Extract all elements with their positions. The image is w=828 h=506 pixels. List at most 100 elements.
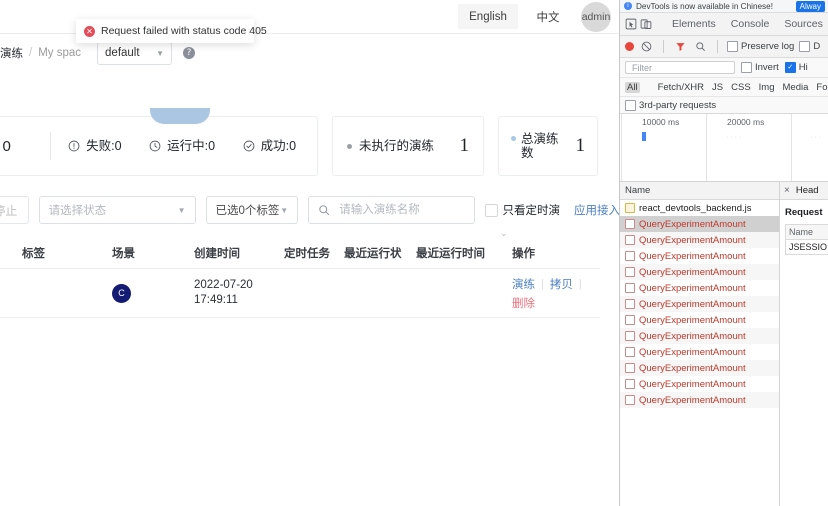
warning-circle-icon xyxy=(68,140,80,152)
network-filter-input[interactable] xyxy=(630,61,730,74)
request-row[interactable]: QueryExperimentAmount xyxy=(620,360,779,376)
devtools-banner-always-button[interactable]: Alway xyxy=(795,0,825,12)
devtools-panel: i DevTools is now available in Chinese! … xyxy=(619,0,828,506)
stat-cut-total-value: 0 xyxy=(2,137,11,155)
stat-success: 成功:0 xyxy=(226,139,313,153)
clear-no-entry-icon[interactable] xyxy=(639,40,654,54)
device-toolbar-icon[interactable] xyxy=(640,17,652,31)
tags-select[interactable]: 已选0个标签 ▼ xyxy=(205,196,299,224)
avatar[interactable]: admin xyxy=(581,1,611,32)
language-english-button[interactable]: English xyxy=(458,4,518,29)
request-list-header[interactable]: Name xyxy=(620,182,779,200)
request-row[interactable]: QueryExperimentAmount xyxy=(620,216,779,232)
check-circle-icon xyxy=(243,140,255,152)
status-select-placeholder: 请选择状态 xyxy=(48,205,107,217)
request-row[interactable]: react_devtools_backend.js xyxy=(620,200,779,216)
cell-operations: 演练 | 拷贝 | 删除 xyxy=(512,276,592,311)
detail-tab-headers[interactable]: Head xyxy=(796,185,819,196)
network-toolbar: Preserve log D xyxy=(620,36,828,58)
request-list: Name react_devtools_backend.js QueryExpe… xyxy=(620,182,780,506)
resource-type-filters: All Fetch/XHR JS CSS Img Media Font xyxy=(620,78,828,97)
request-row[interactable]: QueryExperimentAmount xyxy=(620,296,779,312)
js-file-icon xyxy=(625,203,635,213)
funnel-icon[interactable] xyxy=(673,40,688,54)
table-row[interactable]: C 2022-07-20 17:49:11 演练 | 拷贝 | 删除 xyxy=(0,269,600,318)
top-bar-right-group: English 中文 admin xyxy=(458,0,611,33)
xhr-file-icon xyxy=(625,395,635,405)
type-filter-fetch-xhr[interactable]: Fetch/XHR xyxy=(656,82,706,93)
error-circle-icon: ✕ xyxy=(84,25,95,37)
action-copy[interactable]: 拷贝 xyxy=(550,276,573,292)
stat-failed: 失败:0 xyxy=(51,139,138,153)
search-input[interactable] xyxy=(337,203,465,217)
xhr-file-icon xyxy=(625,347,635,357)
request-row[interactable]: QueryExperimentAmount xyxy=(620,392,779,408)
type-filter-img[interactable]: Img xyxy=(757,82,777,93)
request-cookie-table: Name JSESSIO xyxy=(785,224,828,255)
request-row[interactable]: QueryExperimentAmount xyxy=(620,376,779,392)
created-date: 2022-07-20 xyxy=(194,279,253,291)
type-filter-js[interactable]: JS xyxy=(710,82,725,93)
invert-checkbox[interactable]: Invert xyxy=(741,62,779,73)
request-name: QueryExperimentAmount xyxy=(639,362,746,374)
stop-all-button[interactable]: 部停止 xyxy=(0,196,29,224)
column-header-scheduled: 定时任务 xyxy=(284,248,330,260)
request-name: QueryExperimentAmount xyxy=(639,250,746,262)
type-filter-font[interactable]: Font xyxy=(814,82,828,93)
request-row[interactable]: QueryExperimentAmount xyxy=(620,344,779,360)
stat-cards: 0 失败:0 运行中:0 成功:0 未执行的演练 1 总演练数 1 xyxy=(0,116,598,176)
workspace-select[interactable]: default ▼ xyxy=(97,41,173,65)
type-filter-media[interactable]: Media xyxy=(781,82,811,93)
tags-select-value: 已选0个标签 xyxy=(215,205,280,217)
request-row[interactable]: QueryExperimentAmount xyxy=(620,232,779,248)
close-icon[interactable]: × xyxy=(784,185,790,196)
devtools-tab-console[interactable]: Console xyxy=(725,18,776,30)
request-row[interactable]: QueryExperimentAmount xyxy=(620,328,779,344)
devtools-tab-elements[interactable]: Elements xyxy=(666,18,722,30)
action-delete[interactable]: 删除 xyxy=(512,295,535,311)
timeline-tick-20000: 20000 ms xyxy=(727,117,765,127)
type-filter-css[interactable]: CSS xyxy=(729,82,753,93)
inspect-cursor-icon[interactable] xyxy=(625,17,637,31)
total-drills-value: 1 xyxy=(575,135,586,156)
disable-cache-checkbox[interactable]: D xyxy=(799,41,820,52)
clock-icon xyxy=(149,140,161,152)
invert-label: Invert xyxy=(755,62,779,73)
timed-only-checkbox[interactable]: 只看定时演 xyxy=(484,202,560,218)
breadcrumb-separator: / xyxy=(29,47,33,59)
xhr-file-icon xyxy=(625,331,635,341)
action-separator: | xyxy=(541,277,544,290)
breadcrumb-item-drill[interactable]: 演练 xyxy=(0,45,23,61)
column-header-tag: 标签 xyxy=(22,248,45,260)
checkbox-box-icon xyxy=(741,62,752,73)
column-header-last-time: 最近运行时间 xyxy=(416,248,485,260)
request-row[interactable]: QueryExperimentAmount xyxy=(620,264,779,280)
type-filter-all[interactable]: All xyxy=(625,81,640,93)
help-icon[interactable]: ? xyxy=(183,47,196,59)
action-run-drill[interactable]: 演练 xyxy=(512,276,535,292)
preserve-log-checkbox[interactable]: Preserve log xyxy=(727,41,794,52)
stat-success-label: 成功:0 xyxy=(260,139,297,153)
timeline-tick-10000: 10000 ms xyxy=(642,117,680,127)
third-party-requests-checkbox[interactable]: 3rd-party requests xyxy=(625,99,716,111)
app-access-link[interactable]: 应用接入 xyxy=(574,202,619,218)
table-header-row: 标签 场景 创建时间 定时任务 最近运行状 最近运行时间 操作 xyxy=(0,238,600,269)
request-row[interactable]: QueryExperimentAmount xyxy=(620,248,779,264)
stat-running: 运行中:0 xyxy=(139,139,226,153)
column-header-last-status: 最近运行状 xyxy=(344,248,402,260)
column-header-operations: 操作 xyxy=(512,248,535,260)
hide-data-urls-checkbox[interactable]: ✓ Hi xyxy=(784,62,808,73)
request-row[interactable]: QueryExperimentAmount xyxy=(620,280,779,296)
devtools-tab-sources[interactable]: Sources xyxy=(778,18,828,30)
search-box[interactable] xyxy=(308,196,475,224)
record-dot-icon[interactable] xyxy=(625,42,634,51)
status-select[interactable]: 请选择状态 ▼ xyxy=(38,196,196,224)
request-row[interactable]: QueryExperimentAmount xyxy=(620,312,779,328)
network-filter-input-wrap[interactable] xyxy=(625,61,735,74)
language-chinese-button[interactable]: 中文 xyxy=(518,4,578,29)
search-icon[interactable] xyxy=(693,40,708,54)
toolbar-divider xyxy=(717,40,718,53)
breadcrumb-item-myspace[interactable]: My spac xyxy=(38,47,81,59)
disable-cache-label: D xyxy=(813,41,821,52)
timeline-request-bar xyxy=(642,132,646,141)
